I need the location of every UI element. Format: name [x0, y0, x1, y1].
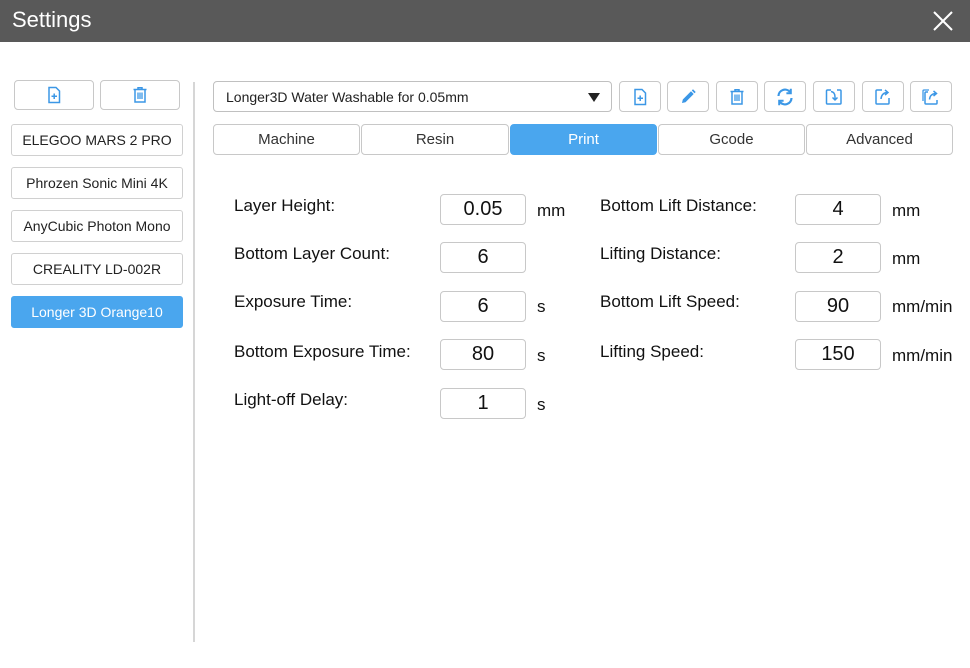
export-preset-button[interactable]	[862, 81, 904, 112]
bottom-lift-distance-label: Bottom Lift Distance:	[600, 196, 757, 215]
printer-panel: ELEGOO MARS 2 PRO Phrozen Sonic Mini 4K …	[0, 42, 194, 668]
bottom-lift-speed-input[interactable]: 90	[795, 291, 881, 322]
import-preset-button[interactable]	[813, 81, 855, 112]
bottom-lift-distance-unit: mm	[892, 201, 921, 220]
tab-print[interactable]: Print	[510, 124, 657, 155]
bottom-lift-speed-label: Bottom Lift Speed:	[600, 292, 740, 311]
delete-preset-button[interactable]	[716, 81, 758, 112]
refresh-icon	[777, 88, 793, 105]
edit-pencil-icon	[682, 88, 696, 103]
import-icon	[825, 88, 842, 105]
trash-icon	[730, 88, 744, 105]
printer-item-creality-ld-002r[interactable]: CREALITY LD-002R	[11, 253, 183, 285]
printer-item-phrozen-sonic-mini-4k[interactable]: Phrozen Sonic Mini 4K	[11, 167, 183, 199]
light-off-delay-label: Light-off Delay:	[234, 390, 349, 409]
preset-select-value: Longer3D Water Washable for 0.05mm	[226, 89, 469, 105]
layer-height-label: Layer Height:	[234, 196, 336, 215]
bottom-exposure-time-input[interactable]: 80	[440, 339, 526, 370]
layer-height-input[interactable]: 0.05	[440, 194, 526, 225]
add-file-icon	[48, 86, 61, 104]
bottom-lift-distance-input[interactable]: 4	[795, 194, 881, 225]
lifting-speed-unit: mm/min	[892, 346, 953, 365]
panel-divider	[193, 82, 195, 642]
refresh-preset-button[interactable]	[764, 81, 806, 112]
lifting-distance-input[interactable]: 2	[795, 242, 881, 273]
export-icon	[875, 88, 890, 105]
printer-item-longer-3d-orange10[interactable]: Longer 3D Orange10	[11, 296, 183, 328]
chevron-down-icon	[588, 93, 600, 102]
lifting-distance-label: Lifting Distance:	[600, 244, 721, 263]
exposure-time-input[interactable]: 6	[440, 291, 526, 322]
printer-item-elegoo-mars-2-pro[interactable]: ELEGOO MARS 2 PRO	[11, 124, 183, 156]
tab-gcode[interactable]: Gcode	[658, 124, 805, 155]
export-all-icon	[922, 88, 938, 105]
lifting-distance-unit: mm	[892, 249, 921, 268]
close-icon	[933, 11, 953, 31]
add-file-icon	[634, 88, 647, 105]
tab-machine[interactable]: Machine	[213, 124, 360, 155]
bottom-lift-speed-unit: mm/min	[892, 297, 953, 316]
bottom-layer-count-input[interactable]: 6	[440, 242, 526, 273]
light-off-delay-unit: s	[537, 395, 546, 414]
trash-icon	[133, 87, 147, 103]
preset-select[interactable]: Longer3D Water Washable for 0.05mm	[213, 81, 612, 112]
export-all-preset-button[interactable]	[910, 81, 952, 112]
close-button[interactable]	[930, 8, 956, 34]
lifting-speed-label: Lifting Speed:	[600, 342, 704, 361]
light-off-delay-input[interactable]: 1	[440, 388, 526, 419]
edit-preset-button[interactable]	[667, 81, 709, 112]
delete-printer-button[interactable]	[100, 80, 180, 110]
add-printer-button[interactable]	[14, 80, 94, 110]
title-bar: Settings	[0, 0, 970, 42]
exposure-time-unit: s	[537, 297, 546, 316]
exposure-time-label: Exposure Time:	[234, 292, 353, 311]
tab-advanced[interactable]: Advanced	[806, 124, 953, 155]
lifting-speed-input[interactable]: 150	[795, 339, 881, 370]
printer-item-anycubic-photon-mono[interactable]: AnyCubic Photon Mono	[11, 210, 183, 242]
tab-resin[interactable]: Resin	[361, 124, 509, 155]
add-preset-button[interactable]	[619, 81, 661, 112]
bottom-layer-count-label: Bottom Layer Count:	[234, 244, 390, 263]
bottom-exposure-time-label: Bottom Exposure Time:	[234, 342, 411, 361]
layer-height-unit: mm	[537, 201, 566, 220]
window-title: Settings	[12, 7, 92, 32]
bottom-exposure-time-unit: s	[537, 346, 546, 365]
